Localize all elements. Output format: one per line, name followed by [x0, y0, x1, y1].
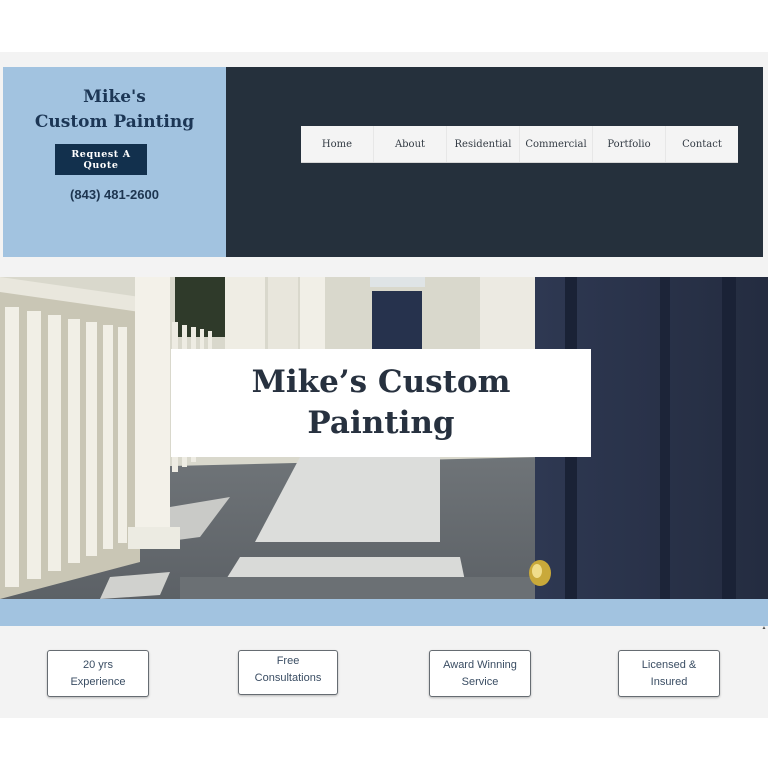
feature-line1: 20 yrs: [83, 658, 113, 671]
main-nav: Home About Residential Commercial Portfo…: [301, 126, 738, 163]
accent-strip: [0, 599, 768, 626]
feature-card-consultations: Free Consultations: [238, 650, 338, 695]
feature-line2: Service: [461, 675, 499, 688]
request-quote-button[interactable]: Request A Quote: [55, 144, 147, 175]
nav-item-about[interactable]: About: [374, 126, 447, 162]
brand-title-line2: Custom Painting: [34, 112, 195, 132]
features-section: 20 yrs Experience Free Consultations Awa…: [3, 626, 760, 716]
brand-panel: Mike's Custom Painting Request A Quote (…: [3, 67, 226, 257]
brand-title-line1: Mike's: [83, 87, 146, 107]
hero-title-card: Mike’s Custom Painting: [171, 349, 591, 457]
scroll-up-arrow-icon[interactable]: ▲: [760, 624, 768, 632]
feature-card-licensed: Licensed & Insured: [618, 650, 720, 697]
nav-item-home[interactable]: Home: [301, 126, 374, 162]
nav-item-contact[interactable]: Contact: [666, 126, 738, 162]
hero-banner: Mike’s Custom Painting: [0, 277, 768, 599]
feature-card-award: Award Winning Service: [429, 650, 531, 697]
feature-line2: Consultations: [254, 672, 322, 684]
nav-item-residential[interactable]: Residential: [447, 126, 520, 162]
hero-title-line2: Painting: [307, 405, 455, 441]
phone-number[interactable]: (843) 481-2600: [3, 187, 226, 202]
feature-line2: Insured: [650, 675, 688, 688]
nav-item-portfolio[interactable]: Portfolio: [593, 126, 666, 162]
feature-card-experience: 20 yrs Experience: [47, 650, 149, 697]
brand-title[interactable]: Mike's Custom Painting: [3, 85, 226, 135]
feature-line1: Free: [276, 655, 300, 667]
header-nav-panel: Home About Residential Commercial Portfo…: [226, 67, 763, 257]
nav-item-commercial[interactable]: Commercial: [520, 126, 593, 162]
hero-title-line1: Mike’s Custom: [251, 364, 511, 400]
feature-line2: Experience: [70, 675, 126, 688]
feature-line1: Award Winning: [443, 658, 517, 671]
feature-line1: Licensed &: [641, 658, 697, 671]
